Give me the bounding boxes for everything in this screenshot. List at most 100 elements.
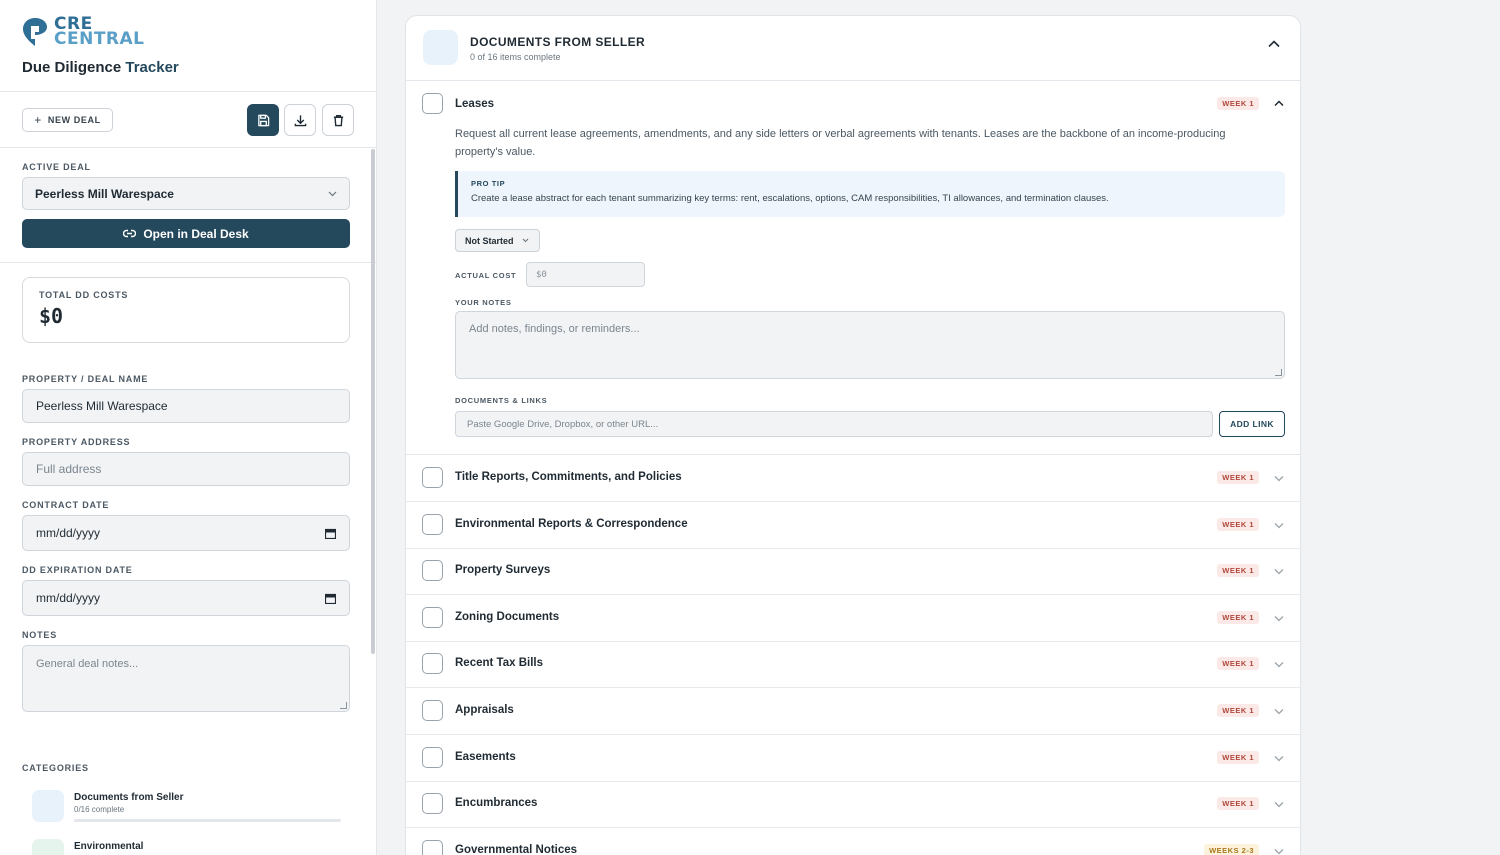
item-name[interactable]: Property Surveys [455,564,550,576]
open-deal-desk-button[interactable]: Open in Deal Desk [22,219,350,248]
item-checkbox[interactable] [422,93,443,114]
pro-tip-text: Create a lease abstract for each tenant … [471,193,1109,204]
category-item[interactable]: Documents from Seller 0/16 complete [32,790,342,822]
item-name[interactable]: Encumbrances [455,797,537,809]
chevron-up-icon[interactable] [1274,100,1284,107]
item-name[interactable]: Governmental Notices [455,844,577,855]
status-select[interactable]: Not Started [455,229,540,252]
delete-button[interactable] [322,104,354,136]
deal-name-input[interactable]: Peerless Mill Warespace [22,389,350,423]
item-name[interactable]: Recent Tax Bills [455,657,543,669]
panel-header[interactable]: DOCUMENTS FROM SELLER 0 of 16 items comp… [406,16,1300,81]
item-checkbox[interactable] [422,793,443,815]
week-badge: WEEK 1 [1217,471,1259,484]
item-checkbox[interactable] [422,513,443,535]
chevron-down-icon [522,238,528,243]
checklist-item[interactable]: Property Surveys WEEK 1 [406,548,1300,596]
item-notes-placeholder: Add notes, findings, or reminders... [469,323,640,335]
resize-handle[interactable] [1275,369,1282,376]
deal-notes-field: NOTES General deal notes... [22,630,350,712]
item-checkbox[interactable] [422,746,443,768]
active-deal-select[interactable]: Peerless Mill Warespace [22,177,350,210]
category-name: Documents from Seller [74,792,184,803]
checklist-item[interactable]: Environmental Reports & Correspondence WE… [406,502,1300,549]
item-name[interactable]: Title Reports, Commitments, and Policies [455,471,682,483]
category-progress-text: 0/16 complete [74,805,125,814]
checklist-item[interactable]: Recent Tax Bills WEEK 1 [406,641,1300,689]
chevron-down-icon[interactable] [1274,615,1284,622]
week-badge: WEEK 1 [1217,797,1259,811]
active-deal-value: Peerless Mill Warespace [35,186,174,201]
checklist-item[interactable]: Zoning Documents WEEK 1 [406,595,1300,642]
checklist-item[interactable]: Title Reports, Commitments, and Policies… [406,455,1300,502]
category-name: Environmental [74,841,144,852]
week-badge: WEEKS 2-3 [1204,843,1259,855]
status-value: Not Started [465,235,514,246]
chevron-down-icon[interactable] [1274,801,1284,808]
calendar-icon[interactable] [325,528,336,539]
item-checkbox[interactable] [422,839,443,855]
category-info: Environmental [74,839,143,855]
category-icon [423,30,458,65]
open-deal-desk-label: Open in Deal Desk [143,226,249,241]
contract-date-field: CONTRACT DATE mm/dd/yyyy [22,500,350,551]
sidebar-scroll-area[interactable]: ACTIVE DEAL Peerless Mill Warespace Open… [0,149,376,855]
week-badge: WEEK 1 [1217,517,1259,531]
item-name[interactable]: Environmental Reports & Correspondence [455,518,688,530]
app-title-accent: Tracker [125,59,179,76]
documents-links-label: DOCUMENTS & LINKS [455,396,548,405]
save-button[interactable] [247,104,279,136]
chevron-down-icon[interactable] [1274,522,1284,529]
week-badge: WEEK 1 [1217,657,1259,671]
app-title: Due Diligence Tracker [22,59,354,76]
link-url-input[interactable]: Paste Google Drive, Dropbox, or other UR… [455,411,1213,437]
new-deal-button[interactable]: + NEW DEAL [22,108,113,132]
trash-icon [333,114,343,126]
actual-cost-label: ACTUAL COST [455,271,517,280]
sidebar-toolbar: + NEW DEAL [0,93,376,148]
item-notes-textarea[interactable]: Add notes, findings, or reminders... [455,311,1285,379]
deal-notes-placeholder: General deal notes... [36,658,139,670]
new-deal-label: NEW DEAL [47,115,101,125]
category-item[interactable]: Environmental [32,839,342,855]
item-name[interactable]: Easements [455,751,516,763]
dd-expiration-input[interactable]: mm/dd/yyyy [22,580,350,616]
item-checkbox[interactable] [422,700,443,721]
chevron-down-icon[interactable] [1274,755,1284,762]
week-badge: WEEK 1 [1217,97,1259,110]
chevron-down-icon[interactable] [1274,568,1284,575]
deal-notes-textarea[interactable]: General deal notes... [22,645,350,712]
week-badge: WEEK 1 [1217,750,1259,764]
deal-name-field: PROPERTY / DEAL NAME Peerless Mill Wares… [22,374,350,423]
item-checkbox[interactable] [422,467,443,488]
actual-cost-input[interactable]: $0 [526,262,645,287]
plus-icon: + [34,113,42,127]
contract-date-input[interactable]: mm/dd/yyyy [22,515,350,551]
category-icon [32,790,64,822]
download-icon [294,114,306,126]
item-name[interactable]: Appraisals [455,704,514,716]
item-name[interactable]: Leases [455,98,494,110]
chevron-up-icon[interactable] [1268,40,1280,48]
add-link-button[interactable]: ADD LINK [1219,411,1285,437]
item-checkbox[interactable] [422,606,443,628]
resize-handle[interactable] [340,702,347,709]
checklist-item[interactable]: Governmental Notices WEEKS 2-3 [406,828,1300,855]
download-button[interactable] [284,104,316,136]
logo[interactable]: CRE CENTRAL [22,16,354,48]
checklist-item[interactable]: Easements WEEK 1 [406,735,1300,782]
checklist-item[interactable]: Appraisals WEEK 1 [406,688,1300,735]
item-checkbox[interactable] [422,560,443,582]
item-name[interactable]: Zoning Documents [455,611,559,623]
contract-date-value: mm/dd/yyyy [36,526,101,540]
sidebar-scrollbar[interactable] [371,149,375,654]
chevron-down-icon[interactable] [1274,475,1284,482]
checklist-item[interactable]: Encumbrances WEEK 1 [406,781,1300,829]
item-checkbox[interactable] [422,653,443,675]
chevron-down-icon[interactable] [1274,848,1284,855]
calendar-icon[interactable] [325,593,336,604]
address-input[interactable]: Full address [22,452,350,486]
sidebar: CRE CENTRAL Due Diligence Tracker + NEW … [0,0,377,855]
chevron-down-icon[interactable] [1274,661,1284,668]
chevron-down-icon[interactable] [1274,708,1284,715]
